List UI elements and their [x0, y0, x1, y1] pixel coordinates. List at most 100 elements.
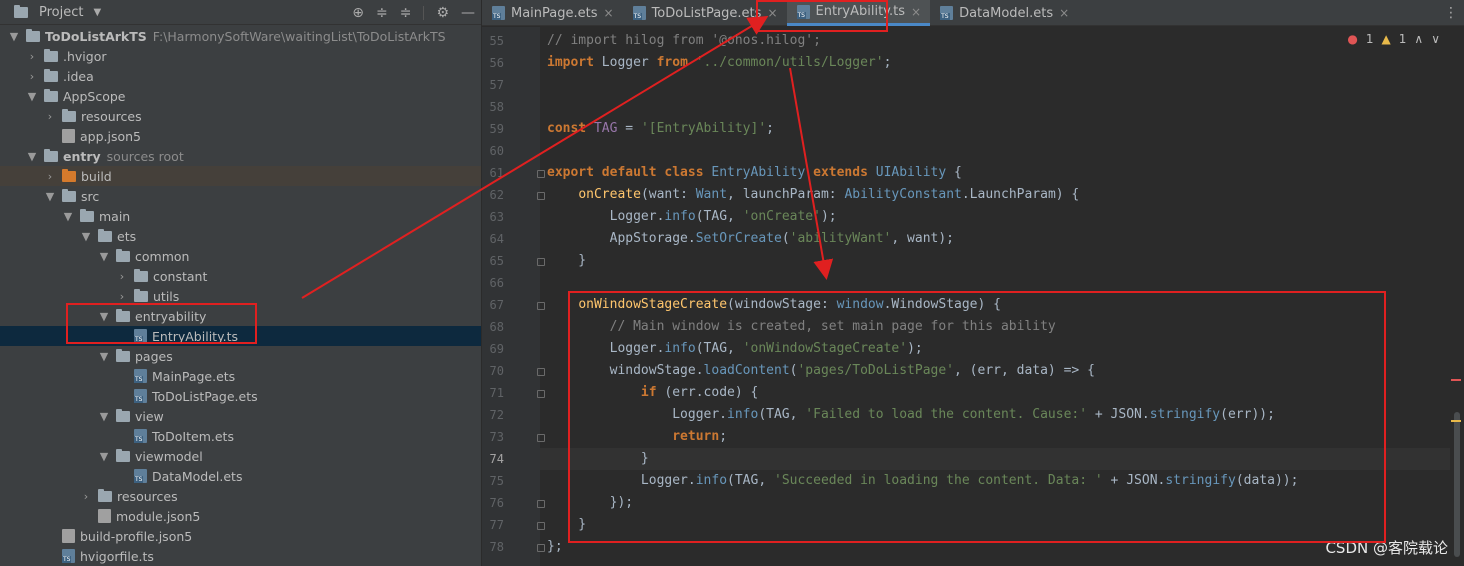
- tree-item[interactable]: build-profile.json5: [0, 526, 481, 546]
- tree-item[interactable]: › .hvigor: [0, 46, 481, 66]
- tree-item[interactable]: ▼ ToDoListArkTS F:\HarmonySoftWare\waiting…: [0, 26, 481, 46]
- tree-expand-icon[interactable]: ›: [44, 110, 56, 123]
- fold-marker-icon[interactable]: [537, 390, 545, 398]
- tree-item[interactable]: ToDoListPage.ets: [0, 386, 481, 406]
- editor-scrollbar[interactable]: [1450, 27, 1464, 566]
- tree-expand-icon[interactable]: ▼: [98, 250, 110, 263]
- tree-item[interactable]: › resources: [0, 106, 481, 126]
- code-line[interactable]: }: [540, 250, 1450, 272]
- typescript-file-icon: [134, 469, 147, 483]
- typescript-file-icon: [134, 369, 147, 383]
- tree-item[interactable]: ▼ src: [0, 186, 481, 206]
- tree-expand-icon[interactable]: ▼: [44, 190, 56, 203]
- tree-item[interactable]: › resources: [0, 486, 481, 506]
- tree-expand-icon[interactable]: ▼: [98, 350, 110, 363]
- code-line[interactable]: export default class EntryAbility extend…: [540, 162, 1450, 184]
- tree-item[interactable]: ToDoItem.ets: [0, 426, 481, 446]
- code-line[interactable]: import Logger from '../common/utils/Logg…: [540, 52, 1450, 74]
- inspection-widget[interactable]: ● 1 ▲ 1 ∧ ∨: [1347, 32, 1440, 46]
- close-icon[interactable]: ×: [911, 5, 921, 19]
- tree-expand-icon[interactable]: ▼: [8, 30, 20, 43]
- tree-item[interactable]: ▼ ets: [0, 226, 481, 246]
- fold-marker-icon[interactable]: [537, 258, 545, 266]
- code-token: (TAG,: [695, 209, 743, 224]
- tree-item[interactable]: › constant: [0, 266, 481, 286]
- code-line[interactable]: onCreate(want: Want, launchParam: Abilit…: [540, 184, 1450, 206]
- tree-item[interactable]: MainPage.ets: [0, 366, 481, 386]
- tree-item[interactable]: › build: [0, 166, 481, 186]
- code-line[interactable]: [540, 74, 1450, 96]
- error-marker[interactable]: [1451, 379, 1461, 381]
- fold-marker-icon[interactable]: [537, 522, 545, 530]
- tree-expand-icon[interactable]: ▼: [98, 410, 110, 423]
- tree-expand-icon[interactable]: ▼: [62, 210, 74, 223]
- previous-highlight-icon[interactable]: ∧: [1414, 32, 1423, 46]
- tree-item[interactable]: › .idea: [0, 66, 481, 86]
- collapse-all-icon[interactable]: ≑: [400, 5, 412, 21]
- folder-icon: [44, 48, 58, 62]
- tree-item[interactable]: DataModel.ets: [0, 466, 481, 486]
- tree-item-label: app.json5: [80, 128, 142, 144]
- typescript-file-icon: [134, 429, 147, 443]
- code-line[interactable]: AppStorage.SetOrCreate('abilityWant', wa…: [540, 228, 1450, 250]
- tree-item[interactable]: ▼ pages: [0, 346, 481, 366]
- tree-item-label: ToDoListArkTS: [45, 28, 147, 44]
- scroll-thumb[interactable]: [1454, 412, 1460, 557]
- next-highlight-icon[interactable]: ∨: [1431, 32, 1440, 46]
- tree-expand-icon[interactable]: ›: [80, 490, 92, 503]
- code-token: };: [547, 539, 563, 554]
- close-icon[interactable]: ×: [1059, 6, 1069, 20]
- tree-item[interactable]: ▼ main: [0, 206, 481, 226]
- fold-marker-icon[interactable]: [537, 170, 545, 178]
- folder-icon: [98, 488, 112, 502]
- tree-item[interactable]: ▼ AppScope: [0, 86, 481, 106]
- code-token: AppStorage.: [547, 231, 696, 246]
- tree-expand-icon[interactable]: ›: [26, 50, 38, 63]
- editor-tab[interactable]: DataModel.ets ×: [930, 0, 1078, 26]
- fold-marker-icon[interactable]: [537, 500, 545, 508]
- project-dropdown-icon[interactable]: ▼: [93, 7, 101, 18]
- code-line[interactable]: [540, 140, 1450, 162]
- tree-item[interactable]: hvigorfile.ts: [0, 546, 481, 566]
- warning-marker[interactable]: [1451, 420, 1461, 422]
- tree-item[interactable]: module.json5: [0, 506, 481, 526]
- tree-expand-icon[interactable]: ▼: [80, 230, 92, 243]
- tree-expand-icon[interactable]: ›: [116, 290, 128, 303]
- project-title[interactable]: Project: [39, 5, 83, 20]
- tree-expand-icon[interactable]: ▼: [26, 90, 38, 103]
- close-icon[interactable]: ×: [604, 6, 614, 20]
- tree-expand-icon[interactable]: ▼: [26, 150, 38, 163]
- more-tabs-icon[interactable]: ⋮: [1444, 0, 1458, 26]
- tree-expand-icon[interactable]: ›: [116, 270, 128, 283]
- fold-marker-icon[interactable]: [537, 368, 545, 376]
- fold-marker-icon[interactable]: [537, 434, 545, 442]
- minimize-icon[interactable]: —: [461, 5, 475, 21]
- code-line[interactable]: // import hilog from '@ohos.hilog';: [540, 30, 1450, 52]
- tree-item-note: F:\HarmonySoftWare\waitingList\ToDoListA…: [152, 28, 446, 44]
- tree-item[interactable]: ▼ common: [0, 246, 481, 266]
- line-number: 73: [489, 430, 504, 444]
- gear-icon[interactable]: ⚙: [436, 5, 449, 21]
- tree-expand-icon[interactable]: ▼: [98, 450, 110, 463]
- code-token: }: [547, 253, 587, 268]
- tree-item[interactable]: ▼ entry sources root: [0, 146, 481, 166]
- locate-icon[interactable]: ⊕: [352, 5, 364, 21]
- editor-tab[interactable]: MainPage.ets ×: [482, 0, 623, 26]
- code-line[interactable]: Logger.info(TAG, 'onCreate');: [540, 206, 1450, 228]
- line-number: 55: [489, 34, 504, 48]
- code-token: UIAbility: [875, 165, 955, 180]
- project-panel: Project ▼ ⊕ ≑ ≑ ⚙ — ▼ ToDoListArkTS F:\Har…: [0, 0, 481, 566]
- tree-item[interactable]: app.json5: [0, 126, 481, 146]
- line-number: 63: [489, 210, 504, 224]
- code-line[interactable]: const TAG = '[EntryAbility]';: [540, 118, 1450, 140]
- expand-all-icon[interactable]: ≑: [376, 5, 388, 21]
- fold-marker-icon[interactable]: [537, 192, 545, 200]
- tree-item[interactable]: ▼ viewmodel: [0, 446, 481, 466]
- fold-marker-icon[interactable]: [537, 544, 545, 552]
- tree-expand-icon[interactable]: ›: [26, 70, 38, 83]
- tree-item-label: MainPage.ets: [152, 368, 236, 384]
- tree-expand-icon[interactable]: ›: [44, 170, 56, 183]
- fold-marker-icon[interactable]: [537, 302, 545, 310]
- code-line[interactable]: [540, 96, 1450, 118]
- tree-item[interactable]: ▼ view: [0, 406, 481, 426]
